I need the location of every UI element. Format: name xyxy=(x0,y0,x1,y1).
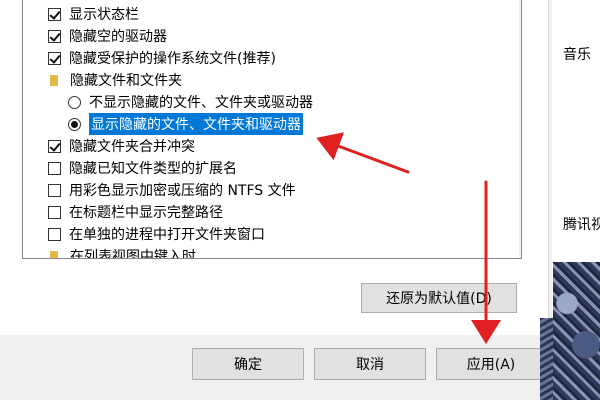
option-label: 隐藏空的驱动器 xyxy=(69,29,167,45)
option-list-view-typing[interactable]: 在列表视图中键入时 xyxy=(50,245,196,259)
checkbox-checked-icon[interactable] xyxy=(48,139,61,153)
checkbox-unchecked-icon[interactable] xyxy=(48,161,61,175)
checkbox-unchecked-icon[interactable] xyxy=(48,205,61,219)
folder-icon xyxy=(50,74,58,86)
option-label: 隐藏文件夹合并冲突 xyxy=(69,139,195,155)
restore-defaults-label: 还原为默认值(D) xyxy=(386,291,492,307)
option-label: 在单独的进程中打开文件夹窗口 xyxy=(69,227,265,243)
radio-selected-icon[interactable] xyxy=(68,117,81,131)
option-label: 不显示隐藏的文件、文件夹或驱动器 xyxy=(89,95,313,111)
option-label: 显示状态栏 xyxy=(69,7,139,23)
option-label: 隐藏受保护的操作系统文件(推荐) xyxy=(69,51,276,67)
option-full-path-title[interactable]: 在标题栏中显示完整路径 xyxy=(48,201,223,223)
option-color-ntfs[interactable]: 用彩色显示加密或压缩的 NTFS 文件 xyxy=(48,179,296,201)
cancel-label: 取消 xyxy=(356,357,384,373)
apply-label: 应用(A) xyxy=(466,357,516,373)
view-tab-panel: 显示状态栏 隐藏空的驱动器 隐藏受保护的操作系统文件(推荐) 隐藏文件和文件夹 … xyxy=(0,0,549,335)
ok-label: 确定 xyxy=(234,357,262,373)
music-folder-label: 音乐 xyxy=(563,47,591,63)
option-separate-process[interactable]: 在单独的进程中打开文件夹窗口 xyxy=(48,223,265,245)
checkbox-checked-icon[interactable] xyxy=(48,7,61,21)
option-show-status-bar[interactable]: 显示状态栏 xyxy=(48,3,139,25)
cancel-button[interactable]: 取消 xyxy=(314,348,426,380)
restore-defaults-button[interactable]: 还原为默认值(D) xyxy=(361,283,517,313)
checkbox-unchecked-icon[interactable] xyxy=(48,227,61,241)
vertical-scrollbar[interactable]: ∨ xyxy=(519,0,521,258)
advanced-settings-list[interactable]: 显示状态栏 隐藏空的驱动器 隐藏受保护的操作系统文件(推荐) 隐藏文件和文件夹 … xyxy=(22,0,522,259)
folder-options-dialog: 显示状态栏 隐藏空的驱动器 隐藏受保护的操作系统文件(推荐) 隐藏文件和文件夹 … xyxy=(0,0,552,400)
option-hide-folder-merge-conflicts[interactable]: 隐藏文件夹合并冲突 xyxy=(48,135,195,157)
folder-icon xyxy=(50,250,58,258)
radio-unselected-icon[interactable] xyxy=(68,95,81,109)
group-label: 隐藏文件和文件夹 xyxy=(70,73,182,89)
radio-dont-show-hidden[interactable]: 不显示隐藏的文件、文件夹或驱动器 xyxy=(68,91,313,113)
desktop-wallpaper-edge xyxy=(540,318,553,400)
option-label-highlighted: 显示隐藏的文件、文件夹和驱动器 xyxy=(89,113,303,135)
desktop-wallpaper xyxy=(553,262,600,400)
checkbox-checked-icon[interactable] xyxy=(48,51,61,65)
scroll-down-arrow-icon[interactable]: ∨ xyxy=(519,236,521,250)
group-hidden-files-folders: 隐藏文件和文件夹 xyxy=(50,69,182,91)
option-hide-empty-drives[interactable]: 隐藏空的驱动器 xyxy=(48,25,167,47)
checkbox-unchecked-icon[interactable] xyxy=(48,183,61,197)
option-label: 在列表视图中键入时 xyxy=(70,249,196,259)
ok-button[interactable]: 确定 xyxy=(192,348,304,380)
option-hide-known-extensions[interactable]: 隐藏已知文件类型的扩展名 xyxy=(48,157,237,179)
option-label: 在标题栏中显示完整路径 xyxy=(69,205,223,221)
option-label: 隐藏已知文件类型的扩展名 xyxy=(69,161,237,177)
radio-show-hidden[interactable]: 显示隐藏的文件、文件夹和驱动器 xyxy=(68,113,303,135)
option-hide-protected-os-files[interactable]: 隐藏受保护的操作系统文件(推荐) xyxy=(48,47,276,69)
option-label: 用彩色显示加密或压缩的 NTFS 文件 xyxy=(69,183,296,199)
apply-button[interactable]: 应用(A) xyxy=(436,348,546,380)
checkbox-checked-icon[interactable] xyxy=(48,29,61,43)
tencent-video-label: 腾讯视 xyxy=(563,217,600,233)
